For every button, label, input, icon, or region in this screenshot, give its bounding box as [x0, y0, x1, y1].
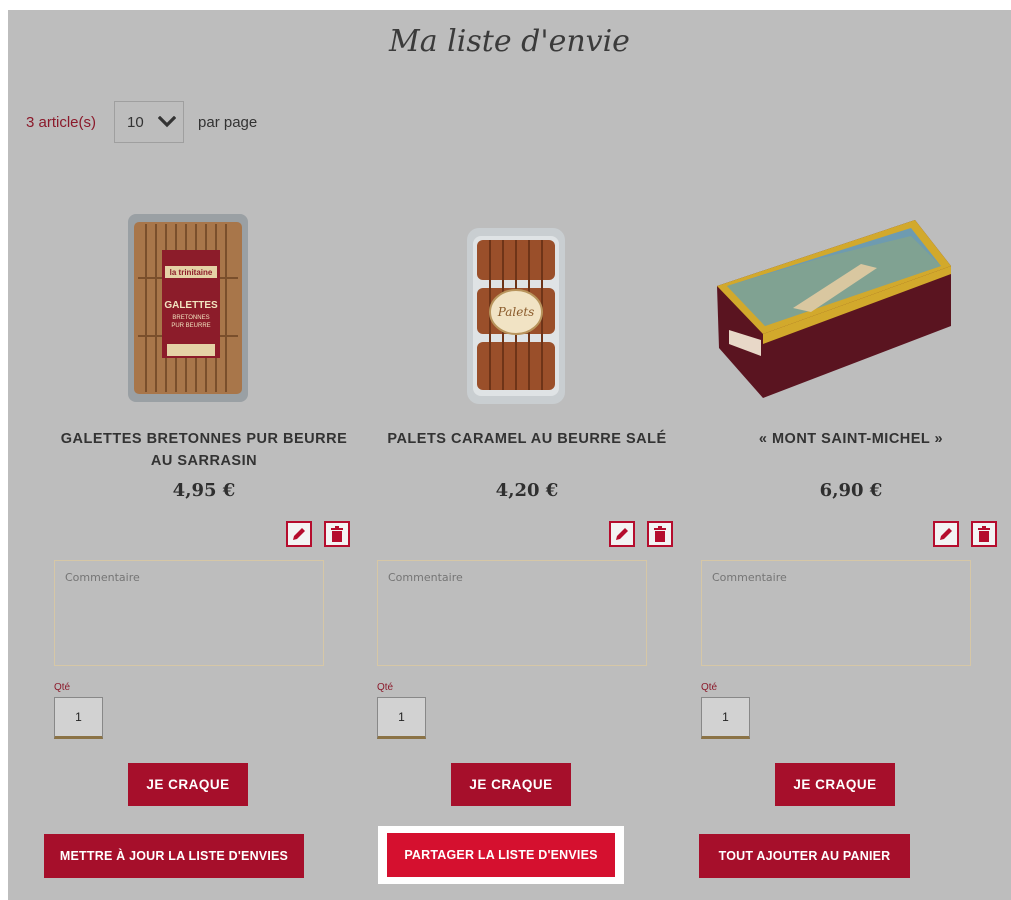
trash-icon: [331, 526, 343, 542]
chevron-down-icon: [157, 116, 176, 128]
pack-label: Palets: [497, 305, 535, 319]
product-name[interactable]: PALETS CARAMEL AU BEURRE SALÉ: [377, 428, 677, 450]
quantity-input[interactable]: [54, 697, 103, 739]
item-actions: [609, 521, 673, 547]
add-to-cart-button[interactable]: JE CRAQUE: [775, 763, 895, 806]
item-actions: [933, 521, 997, 547]
comment-field[interactable]: [701, 560, 971, 666]
pack-subtitle-label: BRETONNES: [172, 315, 209, 321]
toolbar: 3 article(s) 10 par page: [26, 100, 257, 144]
per-page-value: 10: [127, 113, 144, 131]
pack-brand-label: la trinitaine: [170, 268, 213, 277]
delete-button[interactable]: [971, 521, 997, 547]
pencil-icon: [940, 528, 952, 540]
share-wishlist-button[interactable]: PARTAGER LA LISTE D'ENVIES: [387, 833, 615, 877]
qty-label: Qté: [377, 682, 394, 693]
share-highlight: PARTAGER LA LISTE D'ENVIES: [378, 826, 624, 884]
qty-label: Qté: [54, 682, 71, 693]
product-price: 4,95 €: [172, 480, 236, 501]
quantity-input[interactable]: [701, 697, 750, 739]
product-price: 6,90 €: [819, 480, 883, 501]
product-name[interactable]: GALETTES BRETONNES PUR BEURRE AU SARRASI…: [54, 428, 354, 472]
delete-button[interactable]: [324, 521, 350, 547]
add-to-cart-button[interactable]: JE CRAQUE: [451, 763, 571, 806]
edit-button[interactable]: [286, 521, 312, 547]
per-page-label: par page: [198, 113, 258, 131]
qty-label: Qté: [701, 682, 718, 693]
trash-icon: [654, 526, 666, 542]
pack-subtitle-label: PUR BEURRE: [171, 323, 210, 329]
quantity-input[interactable]: [377, 697, 426, 739]
pencil-icon: [293, 528, 305, 540]
item-actions: [286, 521, 350, 547]
wishlist-page: Ma liste d'envie 3 article(s) 10 par pag…: [8, 10, 1011, 900]
product-image-tin: [717, 220, 951, 398]
edit-button[interactable]: [609, 521, 635, 547]
page-title: Ma liste d'envie: [389, 24, 630, 59]
per-page-select[interactable]: 10: [114, 101, 185, 143]
product-image-palets: Palets: [467, 228, 565, 404]
trash-icon: [978, 526, 990, 542]
comment-field[interactable]: [377, 560, 647, 666]
item-count: 3 article(s): [26, 113, 97, 131]
product-name[interactable]: « MONT SAINT-MICHEL »: [701, 428, 1001, 450]
product-price: 4,20 €: [495, 480, 559, 501]
add-all-to-cart-button[interactable]: TOUT AJOUTER AU PANIER: [699, 834, 910, 878]
delete-button[interactable]: [647, 521, 673, 547]
product-image-galettes: la trinitaine GALETTES BRETONNES PUR BEU…: [128, 214, 248, 402]
update-wishlist-button[interactable]: METTRE À JOUR LA LISTE D'ENVIES: [44, 834, 304, 878]
add-to-cart-button[interactable]: JE CRAQUE: [128, 763, 248, 806]
comment-field[interactable]: [54, 560, 324, 666]
pencil-icon: [616, 528, 628, 540]
edit-button[interactable]: [933, 521, 959, 547]
pack-title-label: GALETTES: [164, 300, 218, 311]
